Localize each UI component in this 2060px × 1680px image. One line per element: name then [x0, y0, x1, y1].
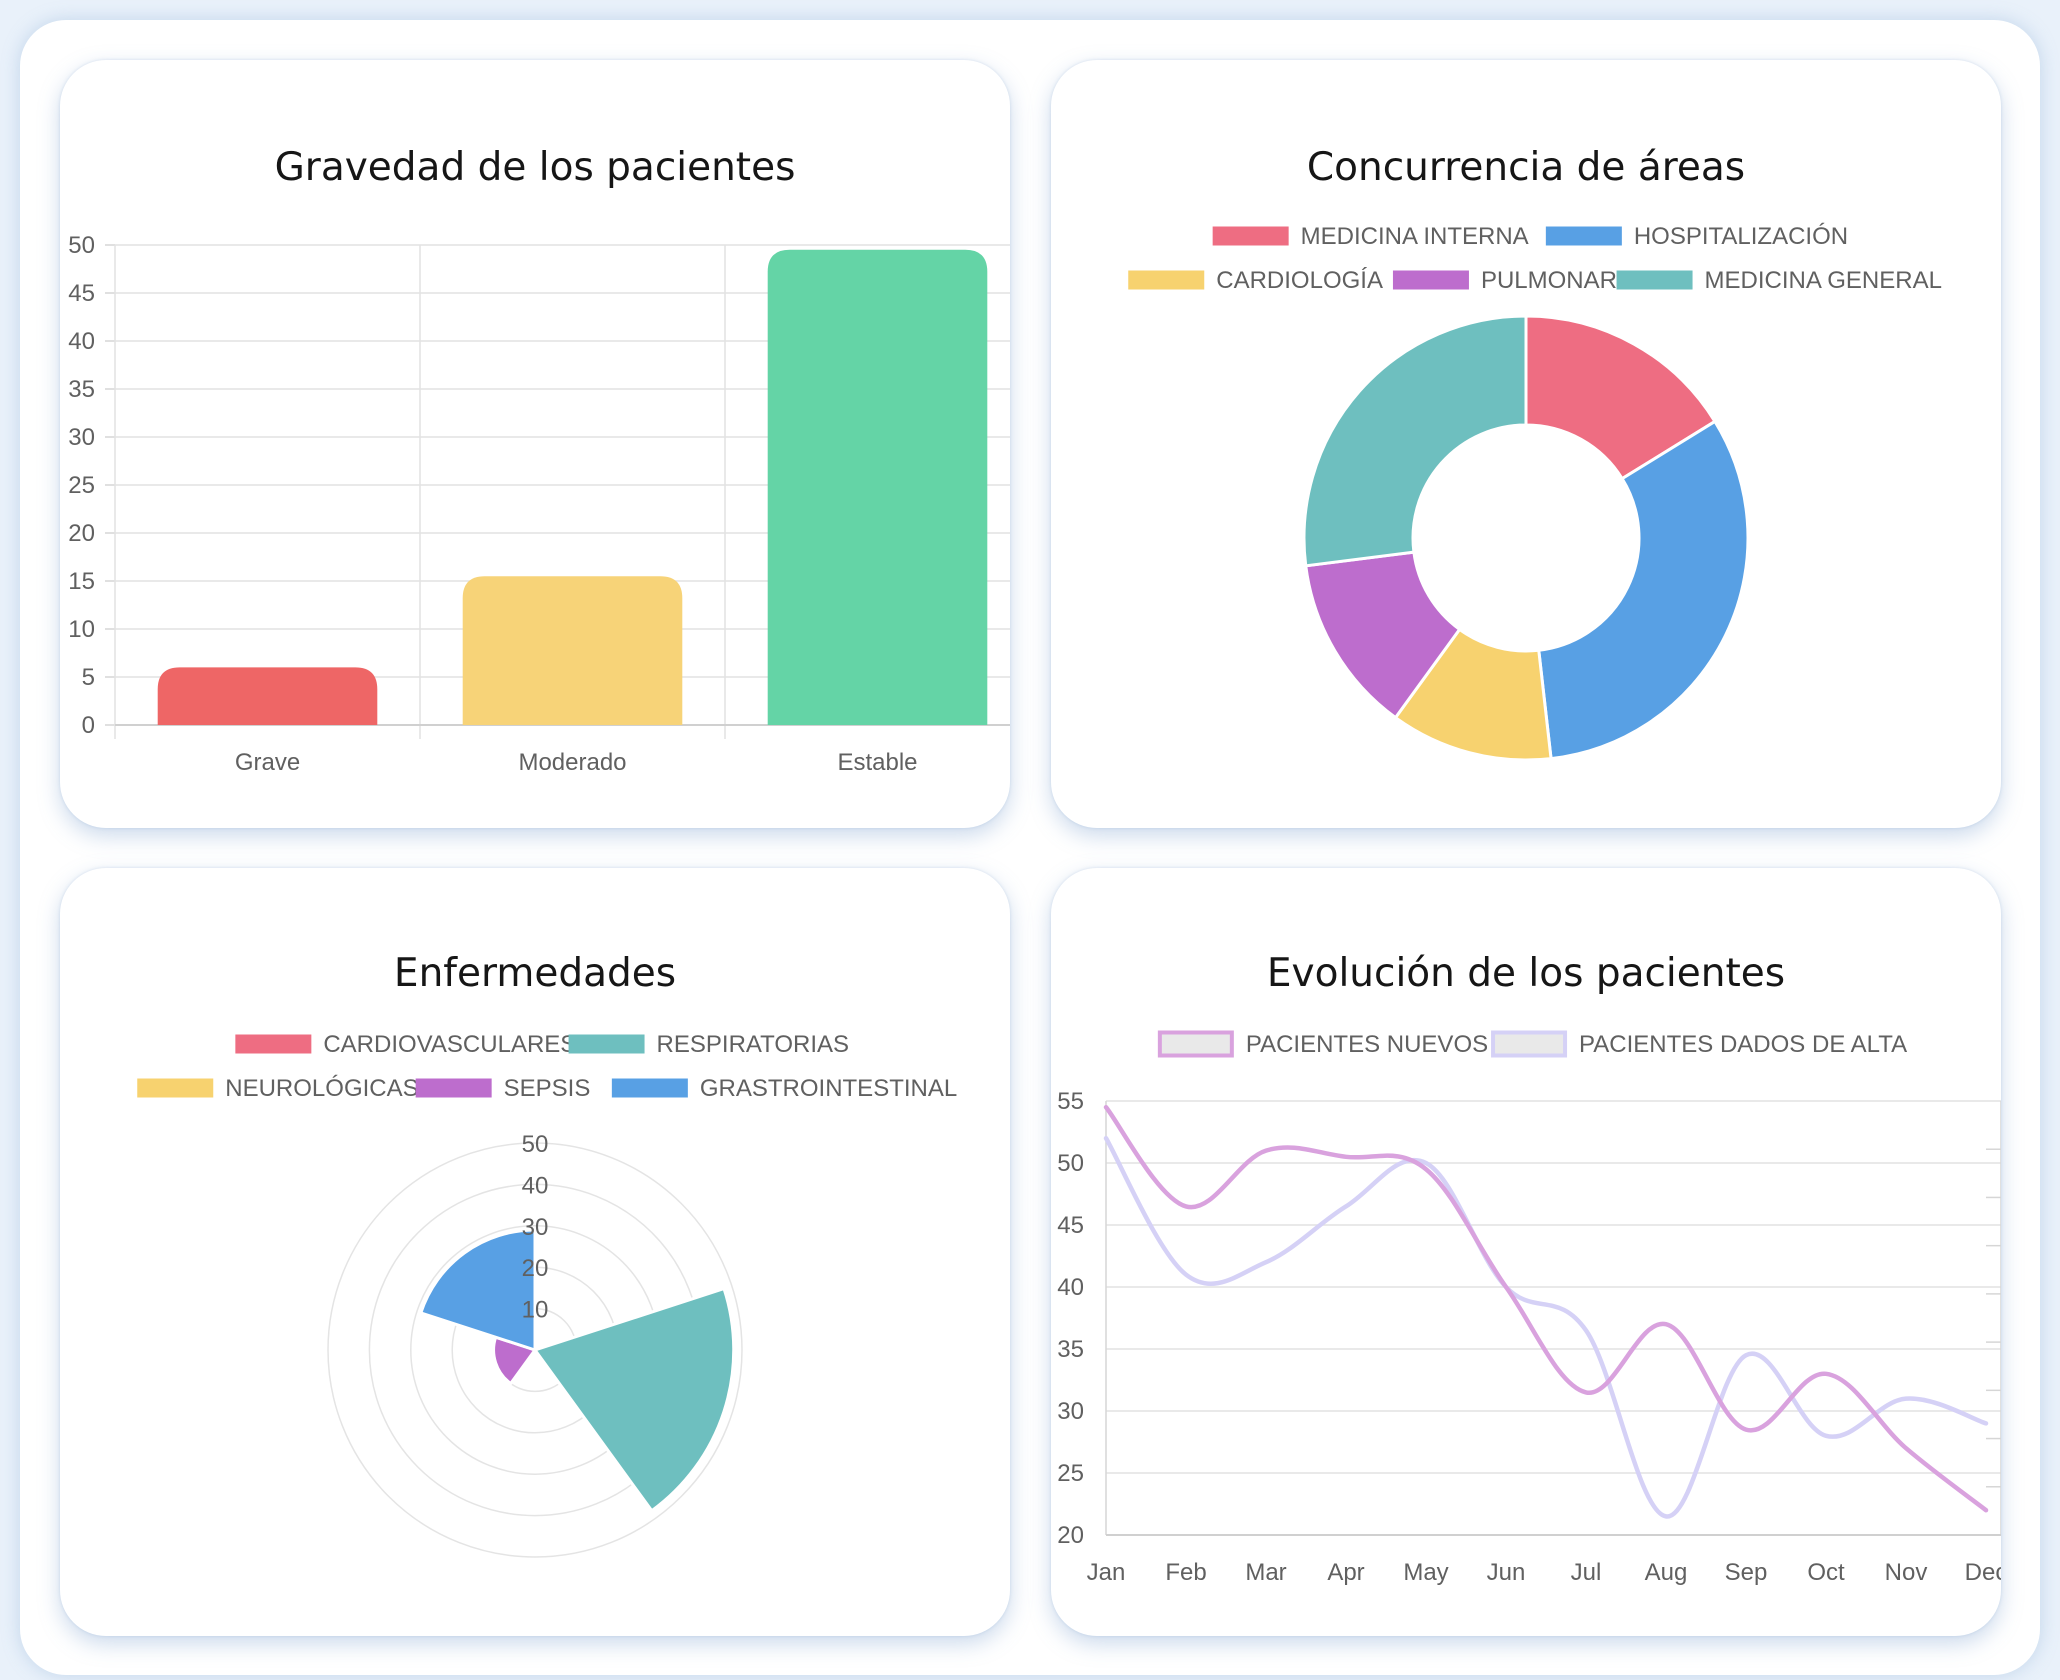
series-line-pacientes-dados-de-alta[interactable]: [1103, 1135, 1989, 1519]
legend-item[interactable]: MEDICINA GENERAL: [1616, 267, 1942, 294]
legend-swatch: [1157, 1030, 1234, 1058]
bar-grave[interactable]: [157, 667, 378, 725]
series-line-pacientes-nuevos[interactable]: [1103, 1104, 1989, 1513]
evolution-line-chart: Evolución de los pacientes PACIENTES NUE…: [1057, 951, 2001, 1586]
y-tick-label: 5: [82, 664, 95, 691]
legend-label: PULMONAR: [1481, 267, 1617, 294]
chart-title: Concurrencia de áreas: [1307, 145, 1745, 190]
severity-chart-card: Gravedad de los pacientes 0 5 10 15 20 25 30 35…: [60, 60, 1010, 828]
y-tick-label: 40: [1057, 1274, 1084, 1301]
legend-label: CARDIOLOGÍA: [1216, 267, 1383, 294]
x-tick-label: May: [1403, 1559, 1448, 1586]
x-tick-label: Aug: [1645, 1559, 1688, 1586]
x-tick-label: Feb: [1165, 1559, 1206, 1586]
chart-title: Enfermedades: [394, 951, 676, 996]
x-tick-label: Dec: [1965, 1559, 2001, 1586]
polar-slice-grastrointestinal[interactable]: [418, 1228, 537, 1353]
y-tick-label: 20: [68, 520, 95, 547]
legend-swatch: [1212, 226, 1289, 246]
x-tick-label: Sep: [1725, 1559, 1768, 1586]
legend-swatch: [1616, 270, 1693, 290]
x-tick-label: Nov: [1885, 1559, 1928, 1586]
x-tick-label: Jun: [1487, 1559, 1526, 1586]
dashboard-container: Gravedad de los pacientes 0 5 10 15 20 25 30 35…: [20, 20, 2040, 1675]
legend-item[interactable]: PULMONAR: [1392, 267, 1617, 294]
y-tick-label: 10: [68, 616, 95, 643]
legend-swatch: [137, 1078, 214, 1098]
chart-title: Evolución de los pacientes: [1267, 951, 1785, 996]
legend-swatch: [1491, 1030, 1568, 1058]
legend-item[interactable]: HOSPITALIZACIÓN: [1545, 223, 1848, 250]
legend-swatch: [1128, 270, 1205, 290]
legend-item[interactable]: CARDIOVASCULARES: [235, 1031, 576, 1058]
legend-item[interactable]: PACIENTES NUEVOS: [1157, 1030, 1488, 1058]
legend-item[interactable]: MEDICINA INTERNA: [1212, 223, 1529, 250]
y-tick-label: 45: [68, 280, 95, 307]
legend-label: HOSPITALIZACIÓN: [1634, 223, 1848, 250]
legend-label: CARDIOVASCULARES: [323, 1031, 576, 1058]
diseases-polar-chart: Enfermedades CARDIOVASCULARES RESPIRATORI…: [137, 951, 957, 1558]
x-tick-label: Grave: [235, 749, 300, 776]
legend-swatch: [568, 1034, 645, 1054]
x-tick-label: Mar: [1245, 1559, 1286, 1586]
y-tick-label: 30: [68, 424, 95, 451]
areas-chart-card: Concurrencia de áreas MEDICINA INTERNA HO…: [1051, 60, 2001, 828]
y-tick-label: 0: [82, 712, 95, 739]
legend-swatch: [235, 1034, 312, 1054]
y-tick-label: 20: [1057, 1522, 1084, 1549]
y-tick-label: 15: [68, 568, 95, 595]
x-tick-label: Estable: [837, 749, 917, 776]
bar-estable[interactable]: [767, 249, 988, 726]
y-tick-label: 55: [1057, 1088, 1084, 1115]
legend-label: MEDICINA GENERAL: [1705, 267, 1942, 294]
y-tick-label: 25: [1057, 1460, 1084, 1487]
legend-item[interactable]: RESPIRATORIAS: [568, 1031, 850, 1058]
y-tick-label: 30: [1057, 1398, 1084, 1425]
r-tick-label: 40: [522, 1172, 549, 1199]
legend-swatch: [415, 1078, 492, 1098]
legend-swatch: [611, 1078, 688, 1098]
legend-label: PACIENTES NUEVOS: [1246, 1031, 1488, 1058]
y-tick-label: 45: [1057, 1212, 1084, 1239]
legend-item[interactable]: PACIENTES DADOS DE ALTA: [1491, 1030, 1907, 1058]
legend-label: SEPSIS: [504, 1075, 591, 1102]
legend-label: PACIENTES DADOS DE ALTA: [1579, 1031, 1907, 1058]
diseases-chart-card: Enfermedades CARDIOVASCULARES RESPIRATORI…: [60, 868, 1010, 1636]
x-tick-label: Apr: [1327, 1559, 1364, 1586]
severity-bar-chart: Gravedad de los pacientes 0 5 10 15 20 25 30 35…: [68, 145, 1010, 776]
slice-medicina-general[interactable]: [1302, 314, 1528, 568]
y-tick-label: 35: [68, 376, 95, 403]
r-tick-label: 20: [522, 1255, 549, 1282]
x-tick-label: Moderado: [518, 749, 626, 776]
y-tick-label: 50: [1057, 1150, 1084, 1177]
evolution-chart-card: Evolución de los pacientes PACIENTES NUE…: [1051, 868, 2001, 1636]
legend-label: NEUROLÓGICAS: [225, 1075, 418, 1102]
bar-moderado[interactable]: [462, 576, 683, 725]
slice-hospitalización[interactable]: [1537, 419, 1750, 761]
legend-item[interactable]: CARDIOLOGÍA: [1128, 267, 1383, 294]
legend-label: GRASTROINTESTINAL: [700, 1075, 957, 1102]
r-tick-label: 10: [522, 1297, 549, 1324]
legend-swatch: [1392, 270, 1469, 290]
y-tick-label: 50: [68, 232, 95, 259]
y-tick-label: 25: [68, 472, 95, 499]
y-tick-label: 40: [68, 328, 95, 355]
x-tick-label: Jul: [1571, 1559, 1602, 1586]
r-tick-label: 50: [522, 1131, 549, 1158]
legend-item[interactable]: GRASTROINTESTINAL: [611, 1075, 957, 1102]
areas-doughnut-chart: Concurrencia de áreas MEDICINA INTERNA HO…: [1128, 145, 1942, 762]
legend-label: RESPIRATORIAS: [657, 1031, 850, 1058]
legend-item[interactable]: SEPSIS: [415, 1075, 591, 1102]
r-tick-label: 30: [522, 1214, 549, 1241]
x-tick-label: Oct: [1807, 1559, 1845, 1586]
y-tick-label: 35: [1057, 1336, 1084, 1363]
chart-title: Gravedad de los pacientes: [275, 145, 796, 190]
legend-item[interactable]: NEUROLÓGICAS: [137, 1075, 419, 1102]
legend-label: MEDICINA INTERNA: [1301, 223, 1529, 250]
x-tick-label: Jan: [1087, 1559, 1126, 1586]
legend-swatch: [1545, 226, 1622, 246]
